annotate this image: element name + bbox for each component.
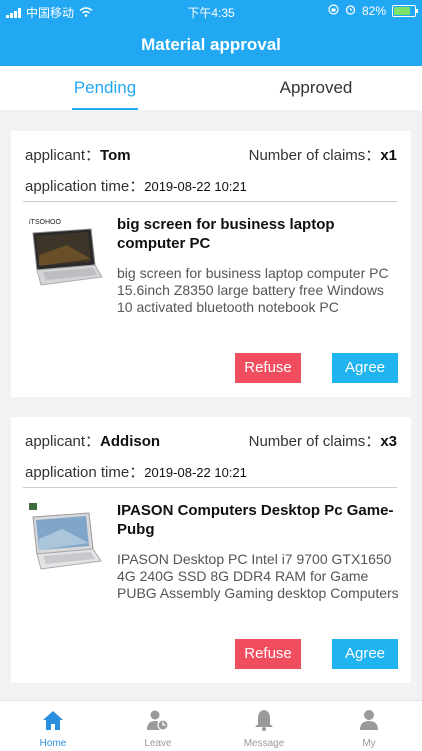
application-time-value: 2019-08-22 10:21	[144, 465, 247, 480]
page-title: Material approval	[141, 35, 281, 54]
nav-label-leave: Leave	[144, 738, 172, 749]
top-bar: 中国移动 下午4:35 82% Material approval	[0, 0, 422, 66]
rotation-lock-icon	[328, 4, 339, 18]
divider	[23, 201, 397, 202]
request-card: applicant：Addison Number of claims：x3 ap…	[11, 417, 411, 683]
application-time-label: application time：	[25, 464, 145, 481]
product-title[interactable]: big screen for business laptop computer …	[117, 215, 397, 253]
application-time-value: 2019-08-22 10:21	[144, 179, 247, 194]
claims-row: Number of claims：x3	[249, 430, 397, 451]
applicant-label: applicant：	[25, 433, 101, 450]
product-description: IPASON Desktop PC Intel i7 9700 GTX1650 …	[117, 551, 399, 601]
application-time-row: application time：2019-08-22 10:21	[25, 175, 247, 196]
alarm-icon	[345, 4, 356, 18]
bell-icon	[252, 709, 276, 731]
request-card: applicant：Tom Number of claims：x1 applic…	[11, 131, 411, 397]
divider	[23, 487, 397, 488]
leave-icon	[146, 709, 170, 731]
claims-label: Number of claims：	[248, 147, 381, 164]
agree-button[interactable]: Agree	[332, 639, 398, 669]
nav-item-leave[interactable]: Leave	[118, 701, 198, 751]
thumbnail-brand-text: iTSOHOO	[29, 219, 61, 226]
nav-item-my[interactable]: My	[329, 701, 409, 751]
product-title[interactable]: IPASON Computers Desktop Pc Game-Pubg	[117, 501, 397, 539]
bottom-nav: Home Leave Message My	[0, 700, 422, 751]
applicant-name: Tom	[100, 147, 131, 164]
nav-label-home: Home	[39, 738, 67, 749]
person-icon	[357, 709, 381, 731]
tab-bar: Pending Approved	[0, 66, 422, 110]
applicant-row: applicant：Tom	[25, 144, 131, 165]
claims-count: x3	[380, 433, 397, 450]
nav-item-home[interactable]: Home	[13, 701, 93, 751]
nav-label-my: My	[362, 738, 376, 749]
tab-pending[interactable]: Pending	[72, 66, 138, 110]
nav-item-message[interactable]: Message	[224, 701, 304, 751]
claims-label: Number of claims：	[248, 433, 381, 450]
status-bar: 中国移动 下午4:35 82%	[0, 0, 422, 22]
agree-button[interactable]: Agree	[332, 353, 398, 383]
applicant-row: applicant：Addison	[25, 430, 160, 451]
application-time-label: application time：	[25, 178, 145, 195]
application-time-row: application time：2019-08-22 10:21	[25, 461, 247, 482]
refuse-button[interactable]: Refuse	[235, 639, 301, 669]
applicant-label: applicant：	[25, 147, 101, 164]
product-thumbnail[interactable]	[27, 501, 103, 581]
claims-count: x1	[380, 147, 397, 164]
product-description: big screen for business laptop computer …	[117, 265, 389, 315]
applicant-name: Addison	[100, 433, 161, 450]
status-right: 82%	[328, 4, 418, 18]
refuse-button[interactable]: Refuse	[235, 353, 301, 383]
claims-row: Number of claims：x1	[249, 144, 397, 165]
battery-icon	[392, 5, 418, 17]
home-icon	[41, 709, 65, 731]
battery-percent: 82%	[361, 4, 386, 18]
product-thumbnail[interactable]: iTSOHOO	[27, 215, 103, 295]
nav-label-message: Message	[243, 738, 285, 749]
tab-approved[interactable]: Approved	[270, 66, 362, 110]
